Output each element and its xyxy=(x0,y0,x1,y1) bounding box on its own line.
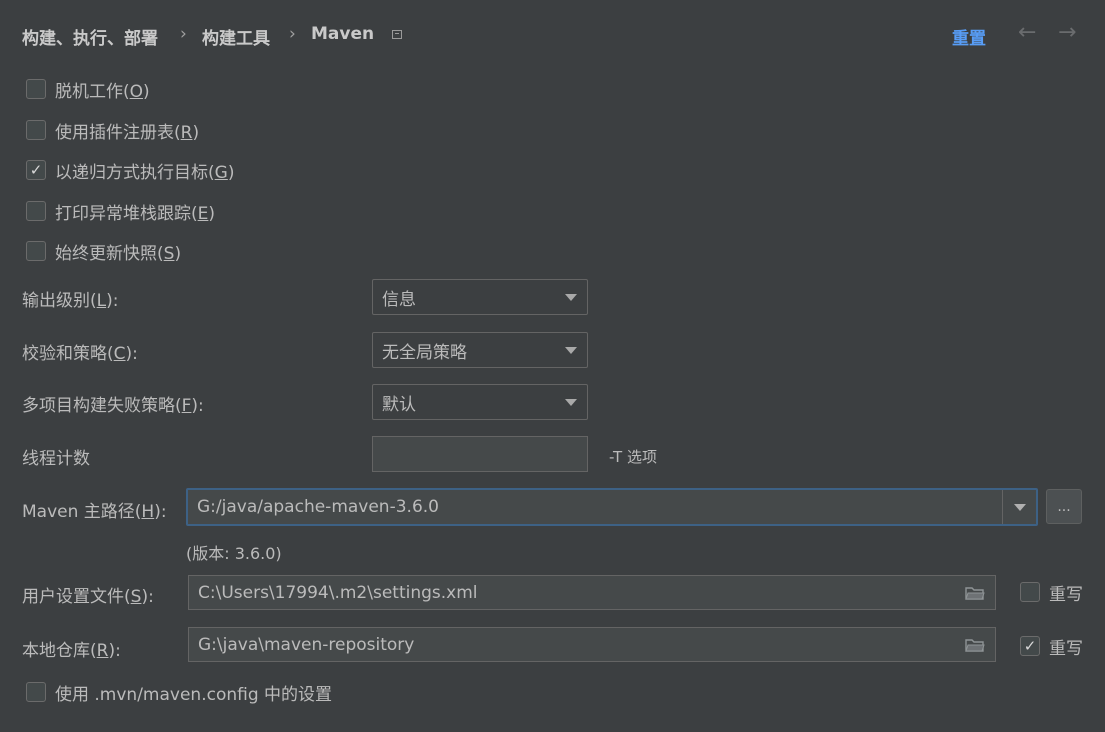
checkbox-box[interactable] xyxy=(26,201,46,221)
chevron-down-icon xyxy=(565,347,577,354)
checksum-policy-value: 无全局策略 xyxy=(382,342,467,363)
checkmark-icon[interactable]: ✓ xyxy=(26,160,46,180)
thread-count-hint: -T 选项 xyxy=(609,448,657,466)
checkbox-label: 使用插件注册表(R) xyxy=(55,122,200,143)
chevron-down-icon xyxy=(1013,503,1026,511)
local-repo-value: G:\java\maven-repository xyxy=(198,634,415,655)
maven-home-value: G:/java/apache-maven-3.6.0 xyxy=(197,497,439,517)
breadcrumb-item-build[interactable]: 构建、执行、部署 xyxy=(22,24,158,49)
folder-icon[interactable] xyxy=(965,585,985,601)
checkbox-recursive-goals[interactable]: ✓ 以递归方式执行目标(G) xyxy=(26,158,235,183)
checkbox-label: 使用 .mvn/maven.config 中的设置 xyxy=(55,684,333,705)
checkbox-work-offline[interactable]: 脱机工作(O) xyxy=(26,77,150,102)
maven-home-label: Maven 主路径(H): xyxy=(22,502,167,522)
window-icon xyxy=(392,30,402,39)
failure-policy-value: 默认 xyxy=(382,394,416,415)
breadcrumb-separator: › xyxy=(180,24,187,44)
breadcrumb-separator: › xyxy=(289,24,296,44)
checkbox-box[interactable] xyxy=(26,120,46,140)
checksum-policy-label: 校验和策略(C): xyxy=(22,344,138,364)
user-settings-input[interactable]: C:\Users\17994\.m2\settings.xml xyxy=(188,575,996,610)
local-repo-input[interactable]: G:\java\maven-repository xyxy=(188,627,996,662)
output-level-select[interactable]: 信息 xyxy=(372,279,588,315)
checkbox-box[interactable] xyxy=(1020,582,1040,602)
checkbox-print-stacktrace[interactable]: 打印异常堆栈跟踪(E) xyxy=(26,199,216,224)
maven-version-text: (版本: 3.6.0) xyxy=(186,544,282,563)
override-label: 重写 xyxy=(1049,638,1083,659)
breadcrumb-item-build-tools[interactable]: 构建工具 xyxy=(202,24,270,49)
checkbox-label: 打印异常堆栈跟踪(E) xyxy=(55,203,216,224)
checkbox-label: 始终更新快照(S) xyxy=(55,243,182,264)
thread-count-label: 线程计数 xyxy=(22,449,90,469)
failure-policy-select[interactable]: 默认 xyxy=(372,384,588,420)
checkbox-box[interactable] xyxy=(26,79,46,99)
failure-policy-label: 多项目构建失败策略(F): xyxy=(22,396,204,416)
checkbox-label: 以递归方式执行目标(G) xyxy=(55,162,235,183)
checkbox-box[interactable] xyxy=(26,682,46,702)
local-repo-override[interactable]: ✓ 重写 xyxy=(1020,634,1083,659)
forward-arrow-icon[interactable]: → xyxy=(1058,20,1076,45)
breadcrumb-item-maven: Maven xyxy=(311,24,375,44)
checkbox-update-snapshots[interactable]: 始终更新快照(S) xyxy=(26,239,182,264)
checkbox-label: 脱机工作(O) xyxy=(55,81,150,102)
back-arrow-icon[interactable]: ← xyxy=(1018,20,1036,45)
checkbox-box[interactable] xyxy=(26,241,46,261)
maven-home-dropdown-button[interactable] xyxy=(1002,490,1036,524)
chevron-down-icon xyxy=(565,399,577,406)
checksum-policy-select[interactable]: 无全局策略 xyxy=(372,332,588,368)
checkbox-mvn-config[interactable]: 使用 .mvn/maven.config 中的设置 xyxy=(26,680,333,705)
folder-icon[interactable] xyxy=(965,637,985,653)
output-level-value: 信息 xyxy=(382,289,416,310)
maven-home-combo[interactable]: G:/java/apache-maven-3.6.0 xyxy=(186,488,1038,526)
output-level-label: 输出级别(L): xyxy=(22,291,119,311)
user-settings-value: C:\Users\17994\.m2\settings.xml xyxy=(198,582,478,603)
chevron-down-icon xyxy=(565,294,577,301)
user-settings-label: 用户设置文件(S): xyxy=(22,587,154,607)
user-settings-override[interactable]: 重写 xyxy=(1020,580,1083,605)
thread-count-input[interactable] xyxy=(372,436,588,472)
override-label: 重写 xyxy=(1049,584,1083,605)
checkbox-plugin-registry[interactable]: 使用插件注册表(R) xyxy=(26,118,200,143)
maven-home-browse-button[interactable]: ... xyxy=(1046,489,1082,524)
reset-link[interactable]: 重置 xyxy=(952,24,986,49)
local-repo-label: 本地仓库(R): xyxy=(22,641,121,661)
checkmark-icon[interactable]: ✓ xyxy=(1020,636,1040,656)
